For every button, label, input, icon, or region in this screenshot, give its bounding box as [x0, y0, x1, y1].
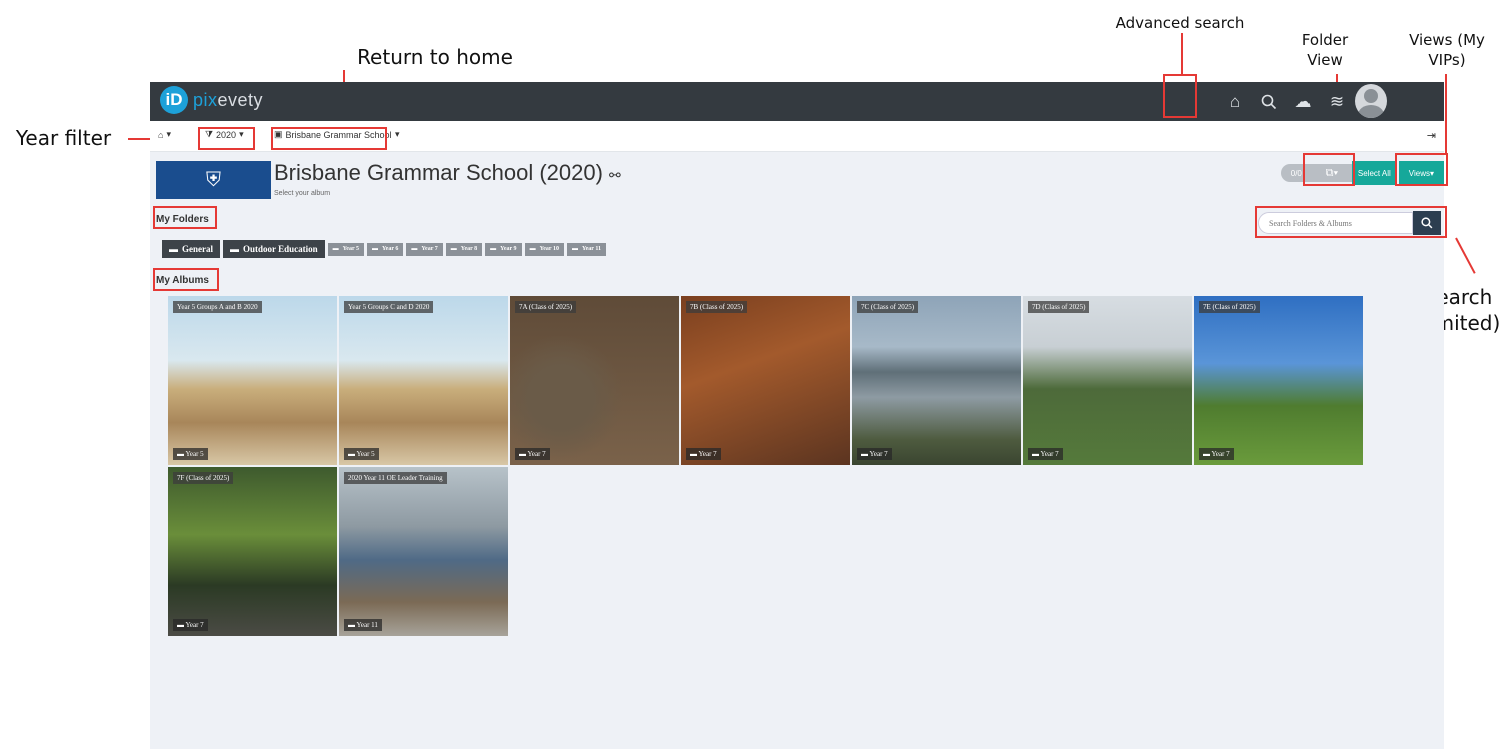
album-title: 7E (Class of 2025): [1199, 301, 1260, 313]
album-folder-tag: ▬ Year 7: [686, 448, 721, 460]
album-card[interactable]: Year 5 Groups C and D 2020 ▬ Year 5: [339, 296, 508, 465]
folder-icon: ▬: [177, 621, 186, 629]
folder-icon: ▬: [529, 246, 536, 252]
album-folder-tag: ▬ Year 7: [857, 448, 892, 460]
brand-logo[interactable]: iD pixevety: [160, 86, 263, 114]
folder-chip[interactable]: ▬ Year 6: [367, 242, 404, 256]
annot-line: [1445, 74, 1447, 154]
annot-year-filter: Year filter: [15, 126, 112, 150]
folder-icon: ▬: [571, 246, 578, 252]
album-card[interactable]: Year 5 Groups A and B 2020 ▬ Year 5: [168, 296, 337, 465]
highlight-box: [1303, 153, 1355, 186]
chevron-down-icon: ▾: [166, 129, 171, 139]
highlight-box: [271, 127, 387, 150]
annot-views: Views (My VIPs): [1409, 31, 1485, 69]
home-icon: ⌂: [158, 129, 164, 140]
album-title: 7A (Class of 2025): [515, 301, 577, 313]
folder-icon: ▬: [177, 450, 186, 458]
folder-icon: ▬: [490, 246, 497, 252]
link-icon[interactable]: ⚯: [609, 167, 621, 183]
folder-icon: ▬: [861, 450, 870, 458]
album-title: 7F (Class of 2025): [173, 472, 234, 484]
page-subtitle: Select your album: [274, 190, 331, 197]
annot-line: [1181, 33, 1183, 75]
folder-chip[interactable]: ▬ Year 11: [566, 242, 607, 256]
folder-chip[interactable]: ▬ Outdoor Education: [223, 240, 325, 258]
school-breadcrumb-dropdown[interactable]: ▾: [395, 129, 400, 140]
annot-advanced-search: Advanced search: [1115, 14, 1245, 32]
folder-chip[interactable]: ▬ Year 9: [485, 242, 522, 256]
annot-return-home: Return to home: [357, 45, 513, 69]
album-title: 7C (Class of 2025): [857, 301, 919, 313]
album-card[interactable]: 7B (Class of 2025) ▬ Year 7: [681, 296, 850, 465]
breadcrumb-home[interactable]: ⌂ ▾: [158, 129, 171, 140]
folder-icon: ▬: [348, 621, 357, 629]
album-title: 7D (Class of 2025): [1028, 301, 1090, 313]
folder-icon: ▬: [372, 246, 378, 252]
highlight-box: [198, 127, 255, 150]
layers-icon[interactable]: ≋: [1324, 89, 1350, 115]
album-title: Year 5 Groups A and B 2020: [173, 301, 262, 313]
album-folder-tag: ▬ Year 7: [173, 619, 208, 631]
album-card[interactable]: 7F (Class of 2025) ▬ Year 7: [168, 467, 337, 636]
folder-chip[interactable]: ▬ Year 10: [524, 242, 564, 256]
album-folder-tag: ▬ Year 7: [515, 448, 550, 460]
folder-icon: ▬: [519, 450, 528, 458]
shield-icon: ⛨: [206, 168, 221, 191]
avatar-head: [1364, 89, 1378, 103]
page-title: Brisbane Grammar School (2020) ⚯: [274, 160, 621, 185]
annot-folder-view: Folder View: [1301, 31, 1349, 69]
chevron-down-icon: ▾: [395, 129, 400, 139]
folder-chip[interactable]: ▬ Year 5: [327, 242, 364, 256]
highlight-box: [153, 268, 219, 291]
album-title: 7B (Class of 2025): [686, 301, 748, 313]
highlight-box: [1395, 153, 1448, 186]
album-card[interactable]: 7C (Class of 2025) ▬ Year 7: [852, 296, 1021, 465]
home-icon[interactable]: ⌂: [1222, 89, 1248, 115]
album-card[interactable]: 7D (Class of 2025) ▬ Year 7: [1023, 296, 1192, 465]
logo-text: pixevety: [193, 89, 264, 110]
folder-chip[interactable]: ▬ General: [162, 240, 220, 258]
folder-icon: ▬: [332, 246, 339, 252]
album-folder-tag: ▬ Year 5: [344, 448, 379, 460]
school-banner: ⛨: [156, 161, 271, 199]
folder-chips: ▬ General ▬ Outdoor Education ▬ Year 5 ▬ Yea…: [162, 240, 607, 258]
album-card[interactable]: 2020 Year 11 OE Leader Training ▬ Year 11: [339, 467, 508, 636]
cloud-upload-icon[interactable]: ☁: [1290, 89, 1316, 115]
album-folder-tag: ▬ Year 7: [1028, 448, 1063, 460]
folder-chip[interactable]: ▬ Year 8: [445, 242, 483, 256]
album-card[interactable]: 7E (Class of 2025) ▬ Year 7: [1194, 296, 1363, 465]
logo-mark: iD: [160, 86, 188, 114]
highlight-box: [153, 206, 217, 229]
select-all-button[interactable]: Select All: [1351, 161, 1397, 185]
album-folder-tag: ▬ Year 11: [344, 619, 382, 631]
folder-icon: ▬: [450, 246, 457, 252]
folder-icon: ▬: [169, 244, 178, 254]
search-icon[interactable]: [1256, 89, 1282, 115]
folder-chip[interactable]: ▬ Year 7: [406, 242, 443, 256]
avatar[interactable]: [1355, 84, 1387, 118]
folder-icon: ▬: [1203, 450, 1212, 458]
album-card[interactable]: 7A (Class of 2025) ▬ Year 7: [510, 296, 679, 465]
album-folder-tag: ▬ Year 5: [173, 448, 208, 460]
album-folder-tag: ▬ Year 7: [1199, 448, 1234, 460]
app-window: iD pixevety ⌂ ☁ ≋ ♫ ⌂▾ ⧩2020▾ ▣Brisbane …: [150, 82, 1444, 749]
folder-icon: ▬: [230, 244, 239, 254]
avatar-body: [1358, 105, 1384, 118]
highlight-box: [1255, 206, 1447, 238]
album-title: 2020 Year 11 OE Leader Training: [344, 472, 447, 484]
folder-icon: ▬: [1032, 450, 1041, 458]
folder-icon: ▬: [690, 450, 699, 458]
annot-line: [1455, 237, 1476, 274]
folder-icon: ▬: [348, 450, 357, 458]
pin-icon[interactable]: ⇥: [1427, 129, 1436, 142]
top-navbar: iD pixevety ⌂ ☁ ≋ ♫: [150, 82, 1444, 121]
highlight-box: [1163, 74, 1197, 118]
folder-icon: ▬: [411, 246, 418, 252]
album-title: Year 5 Groups C and D 2020: [344, 301, 434, 313]
